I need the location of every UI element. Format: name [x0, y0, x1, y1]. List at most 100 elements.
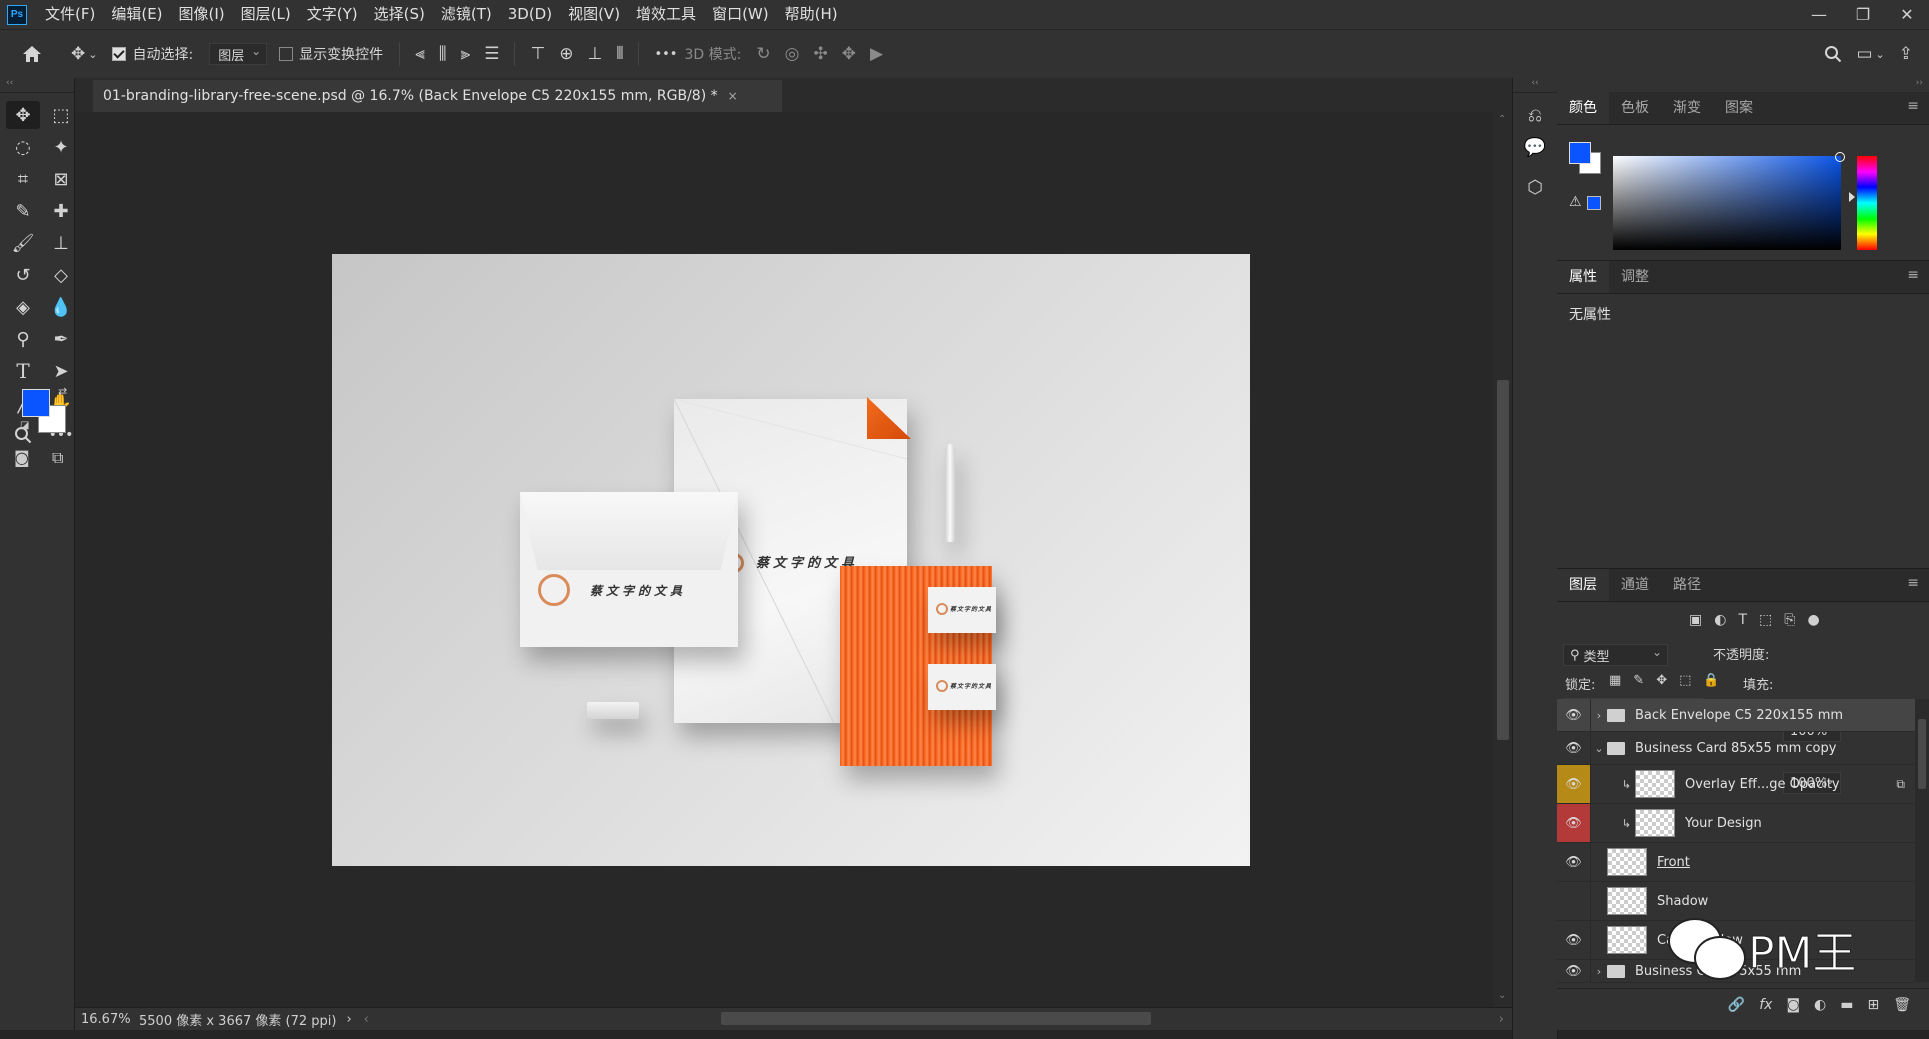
scroll-up-icon[interactable]: ⌃	[1498, 114, 1506, 125]
layer-row[interactable]: 👁 ⌄ Business Card 85x55 mm copy	[1557, 732, 1915, 765]
delete-layer-icon[interactable]: 🗑	[1893, 997, 1911, 1013]
layer-row[interactable]: 👁 ↳ Overlay Eff...ge Opacity ⧉	[1557, 765, 1915, 804]
status-menu-arrow-icon[interactable]: ›	[346, 1012, 351, 1027]
eraser-tool-icon[interactable]: ◇	[44, 261, 78, 289]
layer-row[interactable]: 👁 ↳ Your Design	[1557, 804, 1915, 843]
auto-select-dropdown[interactable]: 图层	[209, 43, 268, 65]
show-transform-checkbox[interactable]	[279, 47, 294, 61]
marquee-tool-icon[interactable]: ⬚	[44, 101, 78, 129]
layer-row[interactable]: 👁 › Back Envelope C5 220x155 mm	[1557, 699, 1915, 732]
3d-pan-icon[interactable]: ✣	[813, 44, 827, 64]
filter-shape-icon[interactable]: ⬚	[1759, 612, 1772, 628]
menu-select[interactable]: 选择(S)	[366, 0, 433, 29]
visibility-eye-icon[interactable]: 👁	[1557, 732, 1591, 764]
swap-colors-icon[interactable]: ⇄	[58, 385, 67, 398]
document-tab[interactable]: 01-branding-library-free-scene.psd @ 16.…	[93, 80, 782, 112]
layer-row[interactable]: 👁 Front	[1557, 843, 1915, 882]
menu-view[interactable]: 视图(V)	[560, 0, 628, 29]
new-group-icon[interactable]: ▬	[1840, 997, 1853, 1013]
align-middle-icon[interactable]: ⊕	[559, 44, 573, 64]
crop-tool-icon[interactable]: ⌗	[6, 165, 40, 193]
tool-preset-chevron-icon[interactable]: ⌄	[88, 48, 97, 61]
menu-layer[interactable]: 图层(L)	[233, 0, 299, 29]
tab-paths[interactable]: 路径	[1661, 569, 1713, 601]
menu-plugins[interactable]: 增效工具	[628, 0, 704, 29]
type-tool-icon[interactable]: T	[6, 357, 40, 385]
panel-grip[interactable]: ‹‹	[1513, 78, 1557, 93]
restore-button[interactable]: ❐	[1841, 0, 1885, 29]
zoom-level[interactable]: 16.67%	[81, 1012, 131, 1027]
tab-adjustments[interactable]: 调整	[1609, 261, 1661, 293]
tab-layers[interactable]: 图层	[1557, 569, 1609, 601]
3d-orbit-icon[interactable]: ↻	[756, 44, 770, 64]
menu-filter[interactable]: 滤镜(T)	[433, 0, 500, 29]
path-selection-tool-icon[interactable]: ➤	[44, 357, 78, 385]
tab-gradients[interactable]: 渐变	[1661, 92, 1713, 124]
move-tool-icon[interactable]: ✥	[6, 101, 40, 129]
new-adjustment-icon[interactable]: ◐	[1814, 997, 1826, 1013]
vertical-scroll-thumb[interactable]	[1497, 380, 1509, 740]
layers-scroll-thumb[interactable]	[1918, 719, 1926, 789]
chevron-down-icon[interactable]: ⌄	[1591, 742, 1607, 755]
foreground-color-chip[interactable]	[1569, 142, 1591, 164]
distribute-horizontal-icon[interactable]: ⫴	[616, 44, 623, 64]
filter-toggle-icon[interactable]: ●	[1807, 612, 1819, 628]
lock-position-icon[interactable]: ✥	[1656, 673, 1667, 688]
align-right-icon[interactable]: ⫸	[461, 44, 471, 64]
layer-filter-dropdown[interactable]: ⚲ 类型	[1563, 644, 1668, 666]
filter-type-icon[interactable]: T	[1738, 612, 1747, 628]
lock-pixels-icon[interactable]: ✎	[1633, 673, 1644, 688]
add-mask-icon[interactable]: ◙	[1786, 997, 1800, 1013]
panel-grip[interactable]: ››	[1557, 78, 1929, 93]
lock-all-icon[interactable]: 🔒	[1703, 673, 1719, 688]
menu-3d[interactable]: 3D(D)	[500, 0, 560, 29]
panel-menu-icon[interactable]: ≡	[1907, 575, 1919, 591]
workspace-icon[interactable]: ▭	[1856, 44, 1872, 64]
visibility-eye-icon[interactable]: 👁	[1557, 804, 1591, 842]
filter-smart-object-icon[interactable]: ⎘	[1784, 612, 1795, 628]
gamut-warning-icon[interactable]: ⚠	[1569, 194, 1582, 210]
minimize-button[interactable]: —	[1797, 0, 1841, 29]
document-canvas[interactable]: 蔡文字的文具 蔡文字的文具 蔡文字的文具 蔡文字的文具	[332, 254, 1250, 866]
paint-bucket-tool-icon[interactable]: ◈	[6, 293, 40, 321]
3d-panel-icon[interactable]: ⬡	[1513, 171, 1557, 203]
panel-grip[interactable]: ‹‹	[0, 78, 74, 93]
search-icon[interactable]	[1824, 45, 1842, 63]
hue-slider-handle[interactable]	[1849, 192, 1855, 202]
color-field[interactable]	[1613, 156, 1841, 250]
share-icon[interactable]: ⇪	[1899, 44, 1913, 64]
horizontal-scroll-thumb[interactable]	[721, 1012, 1151, 1025]
visibility-eye-icon[interactable]: 👁	[1557, 843, 1591, 881]
layer-effects-icon[interactable]: ⧉	[1896, 777, 1905, 792]
scroll-left-icon[interactable]: ‹	[364, 1012, 369, 1027]
auto-select-checkbox[interactable]	[112, 47, 127, 61]
scroll-down-icon[interactable]: ⌄	[1498, 990, 1506, 1001]
panel-menu-icon[interactable]: ≡	[1907, 267, 1919, 283]
dodge-tool-icon[interactable]: ⚲	[6, 325, 40, 353]
stamp-tool-icon[interactable]: ⊥	[44, 229, 78, 257]
link-layers-icon[interactable]: 🔗	[1728, 997, 1745, 1013]
blur-tool-icon[interactable]: 💧	[44, 293, 78, 321]
chevron-right-icon[interactable]: ›	[1591, 965, 1607, 978]
comments-panel-icon[interactable]: 💬	[1513, 131, 1557, 163]
default-colors-icon[interactable]: ◪	[20, 420, 29, 431]
web-safe-color-chip[interactable]	[1587, 196, 1601, 210]
pen-tool-icon[interactable]: ✒	[44, 325, 78, 353]
document-info[interactable]: 5500 像素 x 3667 像素 (72 ppi)	[139, 1010, 336, 1029]
hue-slider[interactable]	[1857, 156, 1877, 250]
workspace-chevron-icon[interactable]: ⌄	[1876, 48, 1885, 61]
lock-artboard-icon[interactable]: ⬚	[1679, 673, 1691, 688]
quick-mask-icon[interactable]: ◙	[14, 448, 30, 467]
menu-window[interactable]: 窗口(W)	[704, 0, 777, 29]
tab-properties[interactable]: 属性	[1557, 261, 1609, 293]
menu-image[interactable]: 图像(I)	[171, 0, 233, 29]
color-picker-cursor[interactable]	[1835, 152, 1845, 162]
screen-mode-icon[interactable]: ⧉	[52, 448, 63, 468]
distribute-vertical-icon[interactable]: ☰	[484, 44, 499, 64]
close-window-button[interactable]: ✕	[1885, 0, 1929, 29]
lasso-tool-icon[interactable]: ◌	[6, 133, 40, 161]
tab-patterns[interactable]: 图案	[1713, 92, 1765, 124]
history-brush-tool-icon[interactable]: ↺	[6, 261, 40, 289]
eyedropper-tool-icon[interactable]: ✎	[6, 197, 40, 225]
visibility-eye-icon[interactable]: 👁	[1557, 960, 1591, 982]
